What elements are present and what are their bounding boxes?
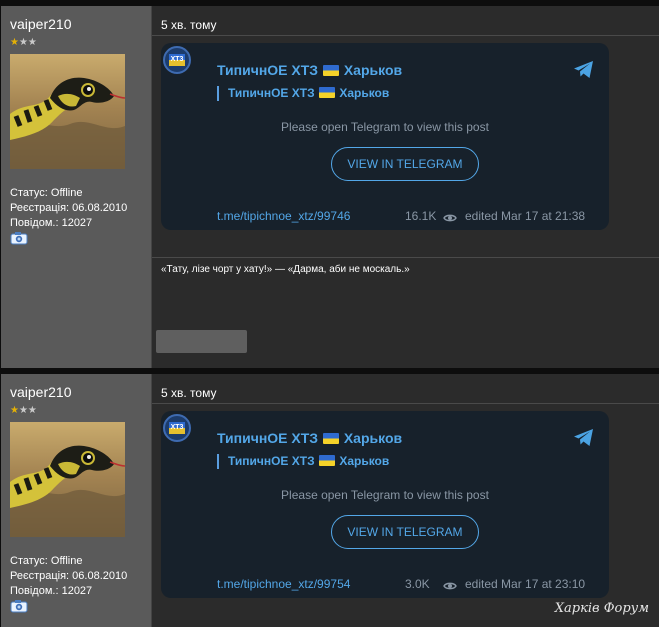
avatar[interactable]	[10, 54, 125, 169]
eye-icon	[443, 578, 457, 596]
user-status: Статус: Offline	[10, 187, 83, 199]
view-count: 3.0K	[405, 577, 430, 591]
user-rating: ★★★	[10, 37, 37, 48]
channel-title[interactable]: ТипичнОЕ ХТЗ Харьков	[217, 430, 402, 446]
telegram-post-link[interactable]: t.me/tipichnoe_xtz/99754	[217, 577, 350, 591]
post-timestamp[interactable]: 5 хв. тому	[161, 18, 216, 32]
post-timestamp[interactable]: 5 хв. тому	[161, 386, 216, 400]
view-in-telegram-button[interactable]: VIEW IN TELEGRAM	[331, 147, 479, 181]
telegram-notice: Please open Telegram to view this post	[281, 488, 489, 502]
telegram-embed-card: XT3 ТипичнОЕ ХТЗ Харьков ТипичнОЕ ХТЗ Ха…	[161, 43, 609, 230]
ukraine-flag-icon	[318, 455, 335, 466]
snake-avatar-image	[10, 445, 125, 537]
edited-timestamp: edited Mar 17 at 21:38	[465, 209, 586, 223]
rating-star-empty-icon: ★★	[18, 405, 37, 416]
snake-avatar-image	[10, 77, 125, 169]
ukraine-flag-icon	[322, 65, 339, 76]
forum-post: vaiper210 ★★★ Статус: Offline Реєстрація…	[0, 0, 659, 368]
eye-icon	[443, 210, 457, 228]
camera-icon[interactable]	[10, 231, 28, 250]
user-signature: «Тату, лізе чорт у хату!» — «Дарма, аби …	[161, 264, 410, 275]
forum-post: vaiper210 ★★★ Статус: Offline Реєстрація…	[0, 370, 659, 627]
channel-title[interactable]: ТипичнОЕ ХТЗ Харьков	[217, 62, 402, 78]
forwarded-from-quote[interactable]: ТипичнОЕ ХТЗ Харьков	[217, 86, 389, 101]
forum-watermark: Харків Форум	[554, 601, 649, 616]
username-link[interactable]: vaiper210	[10, 16, 72, 32]
user-status: Статус: Offline	[10, 555, 83, 567]
telegram-plane-icon[interactable]	[573, 60, 595, 84]
telegram-notice: Please open Telegram to view this post	[281, 120, 489, 134]
view-in-telegram-button[interactable]: VIEW IN TELEGRAM	[331, 515, 479, 549]
ukraine-flag-icon	[322, 433, 339, 444]
post-content: 5 хв. тому XT3 ТипичнОЕ ХТЗ Харьков Типи…	[152, 374, 659, 627]
divider	[152, 403, 659, 404]
rating-star-filled-icon: ★	[10, 37, 19, 48]
rating-star-filled-icon: ★	[10, 405, 19, 416]
ukraine-flag-icon	[318, 87, 335, 98]
edited-timestamp: edited Mar 17 at 23:10	[465, 577, 586, 591]
user-post-count: Повідом.: 12027	[10, 585, 93, 597]
divider	[152, 35, 659, 36]
post-content: 5 хв. тому XT3 ТипичнОЕ ХТЗ Харьков Типи…	[152, 6, 659, 368]
user-info-panel: vaiper210 ★★★ Статус: Offline Реєстрація…	[1, 374, 152, 627]
user-rating: ★★★	[10, 405, 37, 416]
signature-divider	[152, 257, 659, 258]
avatar[interactable]	[10, 422, 125, 537]
telegram-plane-icon[interactable]	[573, 428, 595, 452]
user-registration-date: Реєстрація: 06.08.2010	[10, 202, 128, 214]
forwarded-from-quote[interactable]: ТипичнОЕ ХТЗ Харьков	[217, 454, 389, 469]
telegram-post-link[interactable]: t.me/tipichnoe_xtz/99746	[217, 209, 350, 223]
view-count: 16.1K	[405, 209, 437, 223]
rating-star-empty-icon: ★★	[18, 37, 37, 48]
channel-logo[interactable]: XT3	[163, 46, 191, 74]
user-info-panel: vaiper210 ★★★ Статус: Offline Реєстрація…	[1, 6, 152, 368]
telegram-embed-card: XT3 ТипичнОЕ ХТЗ Харьков ТипичнОЕ ХТЗ Ха…	[161, 411, 609, 598]
user-post-count: Повідом.: 12027	[10, 217, 93, 229]
user-registration-date: Реєстрація: 06.08.2010	[10, 570, 128, 582]
username-link[interactable]: vaiper210	[10, 384, 72, 400]
post-action-button[interactable]	[156, 330, 247, 353]
channel-logo[interactable]: XT3	[163, 414, 191, 442]
camera-icon[interactable]	[10, 599, 28, 618]
